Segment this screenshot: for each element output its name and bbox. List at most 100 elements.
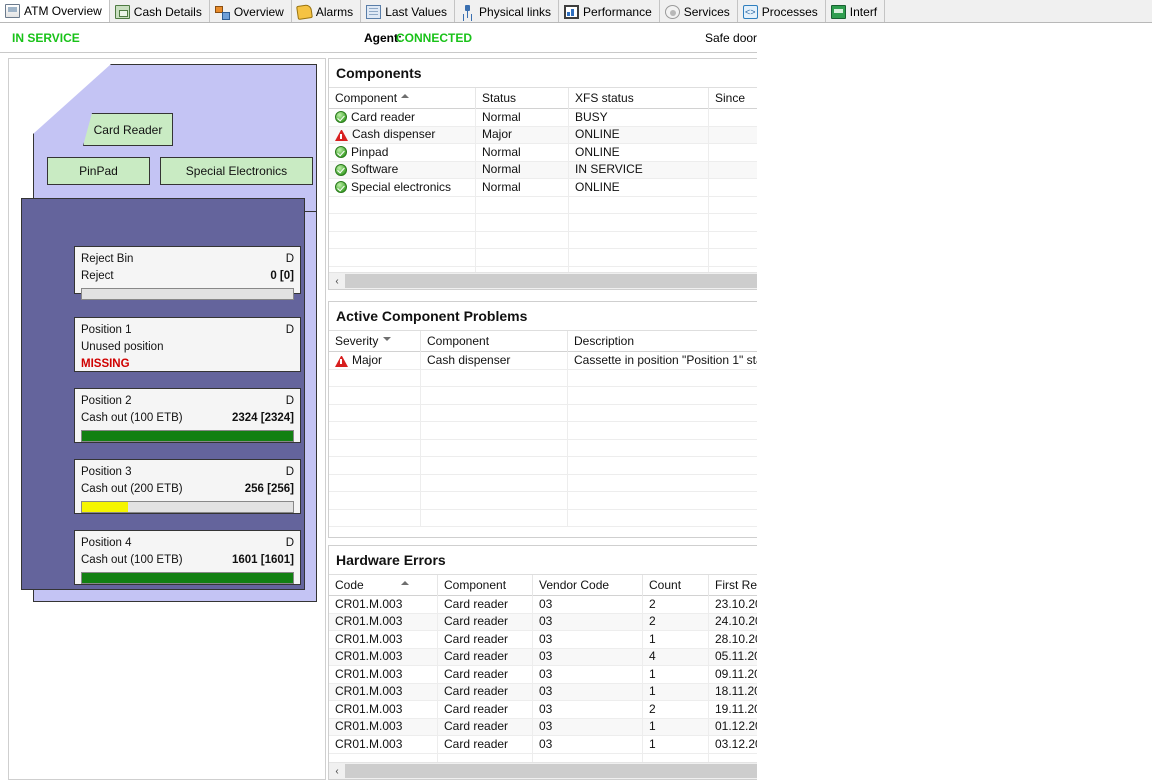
table-row[interactable]: SoftwareNormalIN SERVICE [329,162,757,180]
scroll-left-icon[interactable]: ‹ [329,273,345,289]
table-row[interactable]: PinpadNormalONLINE [329,144,757,162]
cassette-reject-bin[interactable]: Reject BinDReject0 [0] [74,246,301,294]
component-xfs-status: ONLINE [569,144,709,162]
problems-table[interactable]: Severity ComponentDescriptionMajorCash di… [329,331,757,527]
table-row-empty [329,249,757,267]
tab-label: Performance [583,5,652,19]
table-row[interactable]: CR01.M.003Card reader03109.11.202 [329,666,757,684]
table-row[interactable]: Special electronicsNormalONLINE [329,179,757,197]
table-header-row[interactable]: Severity ComponentDescription [329,331,757,352]
component-since [709,127,758,145]
tab-services[interactable]: Services [660,0,738,23]
scroll-thumb[interactable] [345,764,757,778]
error-count: 1 [643,736,709,754]
ok-icon [335,164,347,176]
table-header-row[interactable]: ComponentStatusXFS statusSince [329,88,757,109]
cassette-detail-row: Cash out (100 ETB)1601 [1601] [81,552,294,569]
column-header-xfs-status[interactable]: XFS status [569,88,709,109]
column-header-code[interactable]: Code [329,575,438,596]
table-cell [421,440,568,458]
tab-last-values[interactable]: Last Values [361,0,455,23]
component-xfs-status: IN SERVICE [569,162,709,180]
hardware-errors-table[interactable]: CodeComponentVendor CodeCountFirst RepoC… [329,575,757,771]
table-row[interactable]: CR01.M.003Card reader03224.10.202 [329,614,757,632]
empty-canvas-area [757,23,1152,782]
error-code-text: CR01.M.003 [335,666,402,683]
problems-panel-title: Active Component Problems [329,302,757,331]
tab-label: Interf [850,5,877,19]
list-icon [366,5,381,19]
table-row[interactable]: MajorCash dispenserCassette in position … [329,352,757,370]
column-header-count[interactable]: Count [643,575,709,596]
error-code: CR01.M.003 [329,719,438,737]
table-row-empty [329,440,757,458]
table-row[interactable]: Cash dispenserMajorONLINE [329,127,757,145]
cassette-amount: 0 [0] [270,268,294,285]
column-header-component[interactable]: Component [421,331,568,352]
column-header-status[interactable]: Status [476,88,569,109]
table-row[interactable]: Card readerNormalBUSY [329,109,757,127]
table-row[interactable]: CR01.M.003Card reader03219.11.202 [329,701,757,719]
ok-icon [335,111,347,123]
tab-overview[interactable]: Overview [210,0,292,23]
error-first-reported: 03.12.202 [709,736,758,754]
atm-component-special-electronics[interactable]: Special Electronics [160,157,313,185]
column-header-label: Component [444,578,506,592]
code-brackets-icon [743,5,758,19]
atm-component-pinpad[interactable]: PinPad [47,157,150,185]
column-header-severity[interactable]: Severity [329,331,421,352]
column-header-vendor-code[interactable]: Vendor Code [533,575,643,596]
error-code-text: CR01.M.003 [335,614,402,631]
table-row[interactable]: CR01.M.003Card reader03223.10.202 [329,596,757,614]
components-panel: Components ComponentStatusXFS statusSinc… [328,58,758,290]
error-vendor-code-text: 03 [539,631,552,648]
table-row[interactable]: CR01.M.003Card reader03103.12.202 [329,736,757,754]
error-count-text: 1 [649,719,656,736]
column-header-component[interactable]: Component [329,88,476,109]
table-row[interactable]: CR01.M.003Card reader03405.11.202 [329,649,757,667]
network-link-icon [460,5,475,19]
table-cell [421,405,568,423]
column-header-label: Severity [335,334,378,348]
components-table[interactable]: ComponentStatusXFS statusSinceCard reade… [329,88,757,284]
atm-component-card-reader[interactable]: Card Reader [83,113,173,146]
tab-alarms[interactable]: Alarms [292,0,361,23]
cassette-position: Position 1 [81,322,132,339]
safe-door-label: Safe door [705,31,757,45]
column-header-component[interactable]: Component [438,575,533,596]
table-row[interactable]: CR01.M.003Card reader03128.10.202 [329,631,757,649]
table-header-row[interactable]: Code Component Vendor CodeCountFirst Repo [329,575,757,596]
column-header-description[interactable]: Description [568,331,758,352]
component-xfs-status: ONLINE [569,127,709,145]
cassette-position-1[interactable]: Position 1DUnused positionMISSING [74,317,301,372]
scroll-thumb[interactable] [345,274,757,288]
cassette-position-4[interactable]: Position 4DCash out (100 ETB)1601 [1601] [74,530,301,585]
cassette-position-2[interactable]: Position 2DCash out (100 ETB)2324 [2324] [74,388,301,443]
tab-interf[interactable]: Interf [826,0,885,23]
components-hscrollbar[interactable]: ‹ [329,272,757,289]
error-count-text: 2 [649,614,656,631]
table-cell [421,422,568,440]
error-code-text: CR01.M.003 [335,596,402,613]
hwerrors-hscrollbar[interactable]: ‹ [329,762,757,779]
scroll-left-icon[interactable]: ‹ [329,763,345,779]
tab-bar[interactable]: ATM OverviewCash DetailsOverviewAlarmsLa… [0,0,1152,23]
tab-performance[interactable]: Performance [559,0,660,23]
column-header-since[interactable]: Since [709,88,758,109]
table-row[interactable]: CR01.M.003Card reader03118.11.202 [329,684,757,702]
table-cell [421,370,568,388]
column-header-first-repo[interactable]: First Repo [709,575,758,596]
cassette-header-row: Position 2D [81,393,294,410]
table-row[interactable]: CR01.M.003Card reader03101.12.202 [329,719,757,737]
error-first-reported: 28.10.202 [709,631,758,649]
tab-cash-details[interactable]: Cash Details [110,0,210,23]
error-component: Card reader [438,719,533,737]
component-since [709,144,758,162]
cassette-position-3[interactable]: Position 3DCash out (200 ETB)256 [256] [74,459,301,514]
table-cell [329,387,421,405]
component-name-text: Cash dispenser [352,127,435,144]
component-status-text: Normal [482,109,521,126]
tab-atm-overview[interactable]: ATM Overview [0,0,110,23]
tab-physical-links[interactable]: Physical links [455,0,559,23]
tab-processes[interactable]: Processes [738,0,826,23]
